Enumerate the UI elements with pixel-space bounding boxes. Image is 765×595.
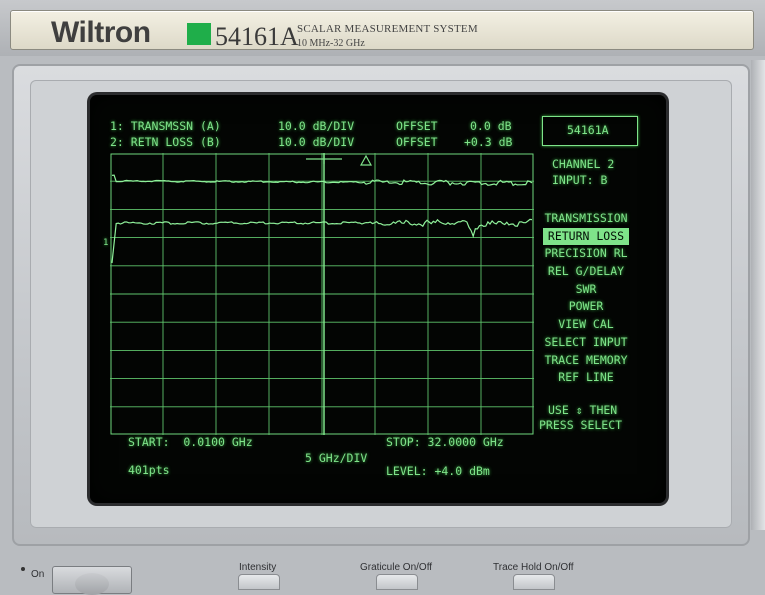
- graticule: [110, 153, 534, 435]
- channel-2-label: 2: RETN LOSS (B): [110, 135, 221, 149]
- channel-info-line2: INPUT: B: [552, 173, 608, 187]
- menu-item-return-loss[interactable]: RETURN LOSS: [543, 227, 629, 246]
- intensity-label: Intensity: [239, 562, 277, 573]
- menu-item-trace-memory[interactable]: TRACE MEMORY: [528, 352, 644, 370]
- model-box-label: 54161A: [567, 123, 609, 137]
- soft-menu: TRANSMISSION RETURN LOSS PRECISION RL REL G…: [528, 210, 644, 387]
- system-title: SCALAR MEASUREMENT SYSTEM: [297, 23, 478, 35]
- brand-strip: Wiltron 54161A SCALAR MEASUREMENT SYSTEM…: [0, 0, 765, 56]
- menu-item-power[interactable]: POWER: [528, 298, 644, 316]
- channel-1-label: 1: TRANSMSSN (A): [110, 119, 221, 133]
- menu-item-rel-g-delay[interactable]: REL G/DELAY: [528, 263, 644, 281]
- nameplate: Wiltron 54161A SCALAR MEASUREMENT SYSTEM…: [10, 10, 754, 51]
- power-button[interactable]: [52, 566, 132, 595]
- channel-2-scale: 10.0 dB/DIV: [278, 135, 355, 149]
- power-label: On: [31, 569, 45, 580]
- front-panel-controls: On Intensity Graticule On/Off Trace Hold…: [0, 548, 765, 595]
- menu-item-ref-line[interactable]: REF LINE: [528, 369, 644, 387]
- frequency-range: 10 MHz-32 GHz: [297, 38, 365, 49]
- menu-item-swr[interactable]: SWR: [528, 281, 644, 299]
- menu-item-view-cal[interactable]: VIEW CAL: [528, 316, 644, 334]
- channel-info-line1: CHANNEL 2: [552, 157, 615, 171]
- power-indicator-dot: [21, 567, 25, 571]
- hint-line1: USE ⇕ THEN: [548, 403, 618, 417]
- channel-1-offset-label: OFFSET: [396, 119, 438, 133]
- point-count: 401pts: [128, 463, 170, 477]
- brand-logo-square: [187, 23, 211, 45]
- frequency-scale: 5 GHz/DIV: [305, 451, 368, 465]
- hint-line2: PRESS SELECT: [539, 418, 623, 432]
- start-frequency: START: 0.0100 GHz: [128, 435, 253, 449]
- channel-1-scale: 10.0 dB/DIV: [278, 119, 355, 133]
- brand-logo: Wiltron: [51, 16, 151, 49]
- trace-hold-button[interactable]: [513, 574, 555, 590]
- model-box: 54161A: [542, 116, 638, 146]
- channel-2-offset-label: OFFSET: [396, 135, 438, 149]
- cursor-marker: [306, 154, 373, 166]
- trace-hold-label: Trace Hold On/Off: [493, 562, 574, 573]
- menu-item-select-input[interactable]: SELECT INPUT: [528, 334, 644, 352]
- channel-2-offset-value: +0.3 dB: [464, 135, 513, 149]
- level-readout: LEVEL: +4.0 dBm: [386, 464, 490, 478]
- stop-frequency: STOP: 32.0000 GHz: [386, 435, 504, 449]
- graticule-toggle-button[interactable]: [376, 574, 418, 590]
- model-number: 54161A: [215, 22, 299, 51]
- menu-item-transmission[interactable]: TRANSMISSION: [528, 210, 644, 228]
- channel-1-offset-value: 0.0 dB: [470, 119, 512, 133]
- reference-marker: 1: [103, 238, 109, 248]
- crt-display: 1: TRANSMSSN (A) 10.0 dB/DIV OFFSET 0.0 …: [90, 95, 666, 503]
- graticule-label: Graticule On/Off: [360, 562, 433, 573]
- intensity-button[interactable]: [238, 574, 280, 590]
- menu-item-precision-rl[interactable]: PRECISION RL: [528, 245, 644, 263]
- side-panel-edge: [751, 60, 765, 530]
- power-knob: [75, 573, 109, 595]
